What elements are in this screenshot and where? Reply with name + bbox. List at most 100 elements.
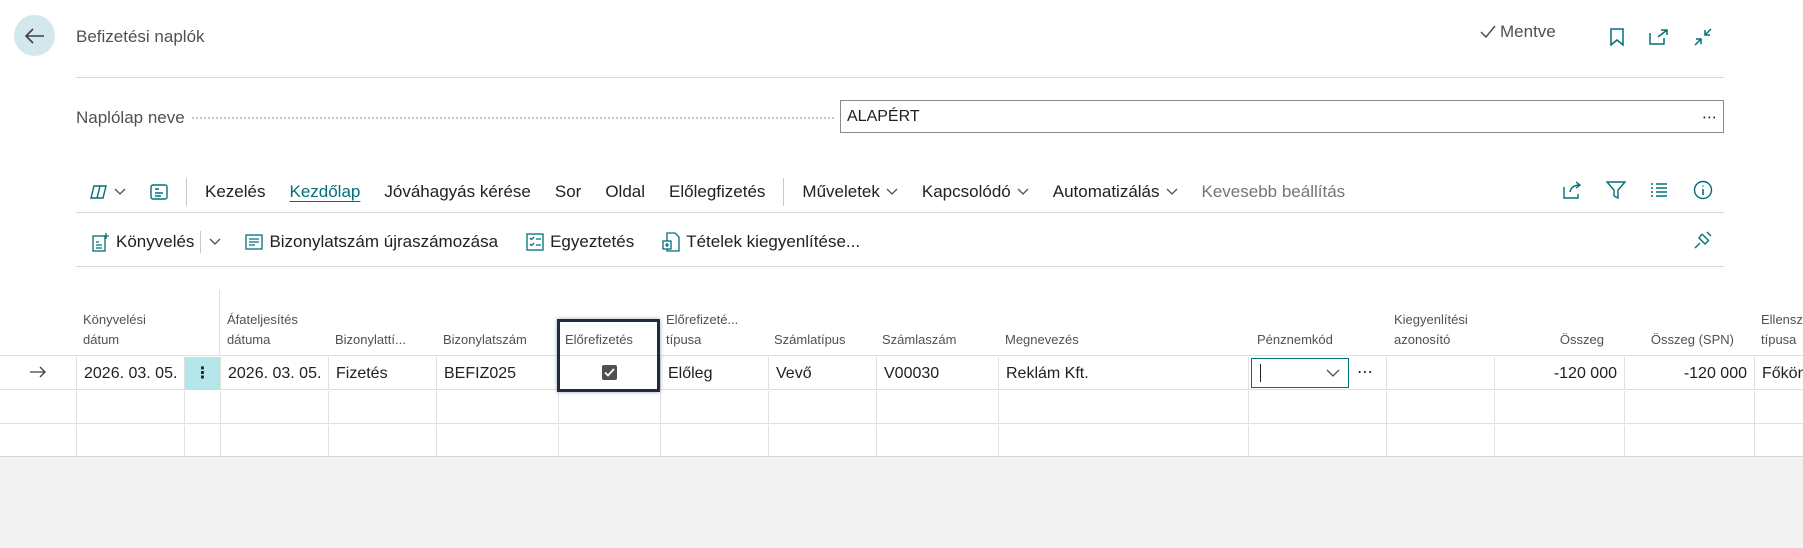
menu-eloleg[interactable]: Előlegfizetés	[657, 182, 777, 202]
empty-cell[interactable]	[1754, 391, 1803, 424]
empty-cell[interactable]	[328, 425, 436, 458]
empty-cell[interactable]	[876, 425, 998, 458]
renumber-button[interactable]: Bizonylatszám újraszámozása	[231, 232, 512, 252]
empty-cell[interactable]	[1248, 425, 1386, 458]
subbar-divider	[76, 266, 1724, 267]
reconcile-button[interactable]: Egyeztetés	[512, 232, 648, 252]
cell-description[interactable]: Reklám Kft.	[998, 357, 1248, 390]
col-amount-lcy[interactable]: Összeg (SPN)	[1590, 330, 1734, 350]
pin-button[interactable]	[1688, 225, 1718, 255]
empty-cell[interactable]	[768, 425, 876, 458]
apply-entries-button[interactable]: Tételek kiegyenlítése...	[648, 232, 874, 252]
cell-amount-lcy[interactable]: -120 000	[1624, 357, 1754, 390]
cell-posting-date[interactable]: 2026. 03. 05.	[76, 357, 184, 390]
info-button[interactable]	[1688, 175, 1718, 205]
cell-vat-date[interactable]: 2026. 03. 05.	[220, 357, 328, 390]
empty-cell[interactable]	[660, 391, 768, 424]
cell-prepay-type[interactable]: Előleg	[660, 357, 768, 390]
empty-cell[interactable]	[220, 425, 328, 458]
empty-cell[interactable]	[998, 425, 1248, 458]
empty-cell[interactable]	[1386, 425, 1494, 458]
cell-bal-type[interactable]: Főkön	[1754, 357, 1803, 390]
col-amount[interactable]: Összeg	[1460, 330, 1604, 350]
prepayment-checkbox[interactable]	[602, 365, 617, 380]
col-bal-type[interactable]: Ellensz típusa	[1761, 310, 1803, 350]
open-in-new-window-icon	[1649, 29, 1668, 45]
col-header-line: azonosító	[1394, 332, 1451, 347]
back-button[interactable]	[14, 15, 55, 56]
empty-cell[interactable]	[1494, 425, 1624, 458]
empty-cell[interactable]	[998, 391, 1248, 424]
col-prepay-type[interactable]: Előrefizeté... típusa	[666, 310, 738, 350]
empty-cell[interactable]	[1386, 391, 1494, 424]
less-options-button[interactable]: Kevesebb beállítás	[1190, 182, 1358, 202]
menu-oldal[interactable]: Oldal	[593, 182, 657, 202]
empty-cell[interactable]	[1754, 425, 1803, 458]
table-row[interactable]	[0, 391, 1803, 424]
empty-cell[interactable]	[768, 391, 876, 424]
cell-applies-id[interactable]	[1386, 357, 1494, 390]
empty-cell[interactable]	[436, 391, 558, 424]
copilot-icon	[90, 185, 107, 199]
cell-doc-type[interactable]: Fizetés	[328, 357, 436, 390]
empty-cell[interactable]	[1624, 425, 1754, 458]
menu-kezeles[interactable]: Kezelés	[193, 182, 277, 202]
empty-cell[interactable]	[328, 391, 436, 424]
menu-kezdolap[interactable]: Kezdőlap	[277, 182, 372, 202]
col-doc-no[interactable]: Bizonylatszám	[443, 330, 527, 350]
col-account-type[interactable]: Számlatípus	[774, 330, 846, 350]
unpin-icon	[1694, 231, 1712, 249]
info-icon	[1693, 180, 1713, 200]
col-divider	[219, 290, 220, 356]
col-currency[interactable]: Pénznemkód	[1257, 330, 1333, 350]
col-account-no[interactable]: Számlaszám	[882, 330, 956, 350]
cell-account-type[interactable]: Vevő	[768, 357, 876, 390]
share-button[interactable]	[1557, 175, 1587, 205]
empty-cell[interactable]	[558, 425, 660, 458]
col-description[interactable]: Megnevezés	[1005, 330, 1079, 350]
empty-cell[interactable]	[1624, 391, 1754, 424]
collapse-button[interactable]	[1688, 22, 1718, 52]
col-doc-type[interactable]: Bizonylattí...	[335, 330, 406, 350]
table-row[interactable]	[0, 425, 1803, 458]
journal-batch-field[interactable]: ALAPÉRT ⋯	[840, 100, 1724, 133]
empty-cell[interactable]	[76, 391, 184, 424]
menu-jovahagyas[interactable]: Jóváhagyás kérése	[372, 182, 542, 202]
list-view-button[interactable]	[1644, 175, 1674, 205]
menu-kapcsolodo-label: Kapcsolódó	[921, 182, 1011, 201]
posting-button[interactable]: Könyvelés	[76, 232, 200, 252]
menu-sor[interactable]: Sor	[543, 182, 593, 202]
table-row[interactable]: 2026. 03. 05. ⋮ 2026. 03. 05. Fizetés BE…	[0, 357, 1803, 390]
col-posting-date[interactable]: Könyvelési dátum	[83, 310, 146, 350]
empty-cell[interactable]	[558, 391, 660, 424]
menu-automatizalas[interactable]: Automatizálás	[1041, 182, 1190, 202]
open-new-window-button[interactable]	[1644, 22, 1674, 52]
row-actions-button[interactable]: ⋮	[184, 357, 220, 390]
page-inspect-button[interactable]	[138, 184, 180, 200]
empty-cell[interactable]	[1494, 391, 1624, 424]
currency-dropdown[interactable]	[1251, 358, 1349, 388]
empty-cell[interactable]	[876, 391, 998, 424]
col-vat-date[interactable]: Áfateljesítés dátuma	[227, 310, 298, 350]
empty-cell[interactable]	[220, 391, 328, 424]
empty-cell[interactable]	[436, 425, 558, 458]
cell-doc-no[interactable]: BEFIZ025	[436, 357, 558, 390]
cell-amount[interactable]: -120 000	[1494, 357, 1624, 390]
copilot-button[interactable]	[76, 184, 138, 200]
menu-kapcsolodo[interactable]: Kapcsolódó	[910, 182, 1041, 202]
cell-account-no[interactable]: V00030	[876, 357, 998, 390]
currency-more-button[interactable]: ⋯	[1357, 362, 1374, 382]
menu-muveletek[interactable]: Műveletek	[790, 182, 909, 202]
col-applies-id[interactable]: Kiegyenlítési azonosító	[1394, 310, 1468, 350]
lookup-button[interactable]: ⋯	[1702, 108, 1717, 126]
empty-cell[interactable]	[660, 425, 768, 458]
chevron-down-icon	[114, 188, 126, 195]
bookmark-button[interactable]	[1602, 22, 1632, 52]
empty-cell[interactable]	[1248, 391, 1386, 424]
posting-dropdown[interactable]	[201, 238, 231, 246]
empty-cell[interactable]	[184, 391, 220, 424]
empty-cell[interactable]	[76, 425, 184, 458]
post-document-icon	[92, 233, 109, 252]
empty-cell[interactable]	[184, 425, 220, 458]
filter-button[interactable]	[1601, 175, 1631, 205]
